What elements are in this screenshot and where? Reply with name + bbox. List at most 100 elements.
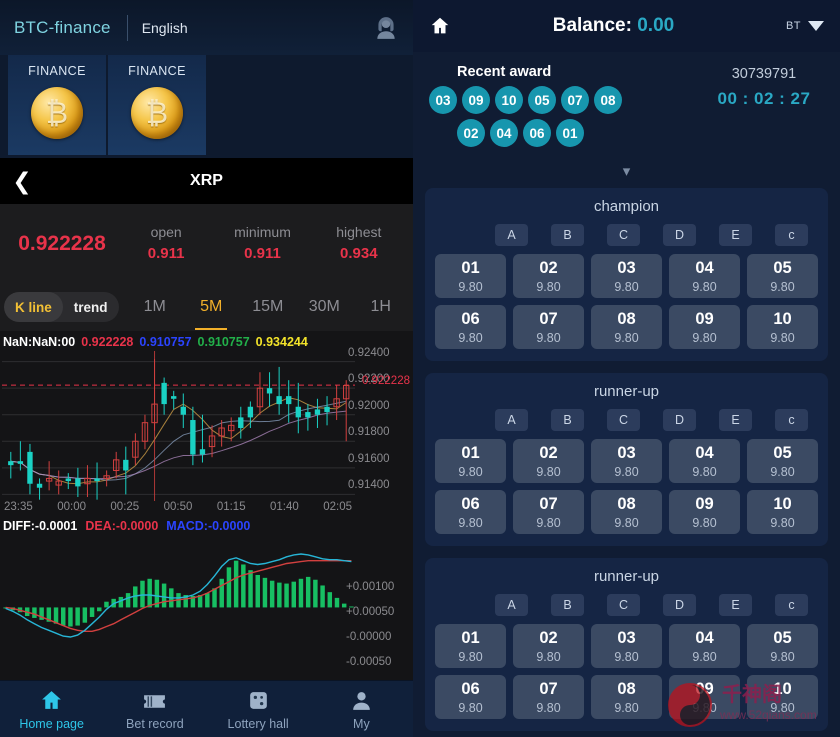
letter-tab-c[interactable]: c [775,409,808,431]
price-stat-minimum: minimum 0.911 [214,224,310,263]
chart-area[interactable]: NaN:NaN:000.9222280.9107570.9107570.9342… [0,331,413,680]
finance-card[interactable]: FINANCE [108,55,206,155]
finance-card-caption: FINANCE [28,64,86,78]
bet-option[interactable]: 029.80 [513,624,584,668]
bet-option[interactable]: 099.80 [669,675,740,719]
bet-option[interactable]: 099.80 [669,305,740,349]
award-ball: 04 [490,119,518,147]
bet-option[interactable]: 049.80 [669,254,740,298]
bet-odds: 9.80 [536,650,560,664]
nav-label: My [353,717,370,731]
bet-option[interactable]: 029.80 [513,439,584,483]
bet-number: 02 [539,629,557,648]
letter-tab-e[interactable]: E [719,409,752,431]
ticket-icon [142,688,167,713]
letter-tab-d[interactable]: D [663,409,696,431]
balance-label: Balance: [553,15,632,36]
bet-option[interactable]: 039.80 [591,254,662,298]
letter-tab-e[interactable]: E [719,594,752,616]
timeframe-1m[interactable]: 1M [127,292,184,322]
letter-tab-d[interactable]: D [663,224,696,246]
recent-award-title: Recent award [457,64,704,80]
bet-option[interactable]: 059.80 [747,439,818,483]
timeframe-15m[interactable]: 15M [240,292,297,322]
letter-tab-a[interactable]: A [495,224,528,246]
timeframe-1h[interactable]: 1H [353,292,410,322]
bet-odds: 9.80 [770,331,794,345]
bet-option[interactable]: 049.80 [669,439,740,483]
award-ball: 02 [457,119,485,147]
bottom-nav: Home page Bet record Lottery hall My [0,680,413,737]
award-ball: 08 [594,86,622,114]
letter-tab-c[interactable]: c [775,594,808,616]
price-summary: 0.922228 open 0.911 minimum 0.911 highes… [0,204,413,283]
letter-tab-c[interactable]: C [607,409,640,431]
bet-number: 10 [773,495,791,514]
letter-tab-c[interactable]: c [775,224,808,246]
bet-option[interactable]: 099.80 [669,490,740,534]
bet-section: runner-upABCDEc019.80029.80039.80049.800… [425,373,828,546]
bet-number: 10 [773,310,791,329]
letter-tab-a[interactable]: A [495,594,528,616]
timeframe-5m[interactable]: 5M [183,292,240,322]
bet-number: 10 [773,680,791,699]
bet-option[interactable]: 049.80 [669,624,740,668]
bet-option[interactable]: 069.80 [435,305,506,349]
bet-odds: 9.80 [614,331,638,345]
bet-option[interactable]: 109.80 [747,305,818,349]
tab-trend[interactable]: trend [63,292,119,322]
caret-down-icon[interactable] [808,21,824,31]
bet-option[interactable]: 059.80 [747,624,818,668]
nav-lottery-hall[interactable]: Lottery hall [207,681,310,737]
bet-option[interactable]: 029.80 [513,254,584,298]
bet-option[interactable]: 089.80 [591,675,662,719]
letter-tab-d[interactable]: D [663,594,696,616]
macd-plot [2,543,355,648]
current-price-marker: 0.922228 [362,375,410,387]
bet-option[interactable]: 079.80 [513,490,584,534]
nav-my[interactable]: My [310,681,413,737]
bet-option[interactable]: 059.80 [747,254,818,298]
language-selector[interactable]: English [142,20,188,36]
bet-number: 09 [695,310,713,329]
bet-option[interactable]: 039.80 [591,439,662,483]
letter-tab-b[interactable]: B [551,409,584,431]
stat-label: open [118,224,214,240]
bitcoin-coin-icon [131,87,183,139]
bet-odds: 9.80 [614,280,638,294]
bet-option[interactable]: 089.80 [591,305,662,349]
headset-icon[interactable] [373,15,399,41]
nav-bet-record[interactable]: Bet record [103,681,206,737]
person-icon [349,688,374,713]
bet-number: 01 [461,444,479,463]
chevron-down-icon[interactable]: ▾ [413,152,840,188]
letter-tab-c[interactable]: C [607,224,640,246]
letter-tab-b[interactable]: B [551,594,584,616]
letter-tab-a[interactable]: A [495,409,528,431]
bet-option[interactable]: 109.80 [747,675,818,719]
letter-tab-c[interactable]: C [607,594,640,616]
bet-option[interactable]: 079.80 [513,305,584,349]
timeframe-30m[interactable]: 30M [296,292,353,322]
letter-tab-b[interactable]: B [551,224,584,246]
bet-grid: 019.80029.80039.80049.80059.80069.80079.… [435,624,818,719]
bet-odds: 9.80 [770,701,794,715]
currency-label[interactable]: BT [786,20,801,32]
nav-home-page[interactable]: Home page [0,681,103,737]
bet-option[interactable]: 109.80 [747,490,818,534]
bet-option[interactable]: 019.80 [435,254,506,298]
bet-option[interactable]: 089.80 [591,490,662,534]
ytick: 0.91600 [348,453,410,465]
letter-tab-row: A B C D Ec [435,594,818,616]
bet-option[interactable]: 019.80 [435,439,506,483]
finance-card[interactable]: FINANCE [8,55,106,155]
bet-option[interactable]: 079.80 [513,675,584,719]
bet-option[interactable]: 019.80 [435,624,506,668]
bet-option[interactable]: 069.80 [435,675,506,719]
letter-tab-e[interactable]: E [719,224,752,246]
candlestick-plot [2,351,355,501]
tab-kline[interactable]: K line [4,292,63,322]
bet-option[interactable]: 039.80 [591,624,662,668]
bet-option[interactable]: 069.80 [435,490,506,534]
letter-tab-row: A B C D Ec [435,224,818,246]
